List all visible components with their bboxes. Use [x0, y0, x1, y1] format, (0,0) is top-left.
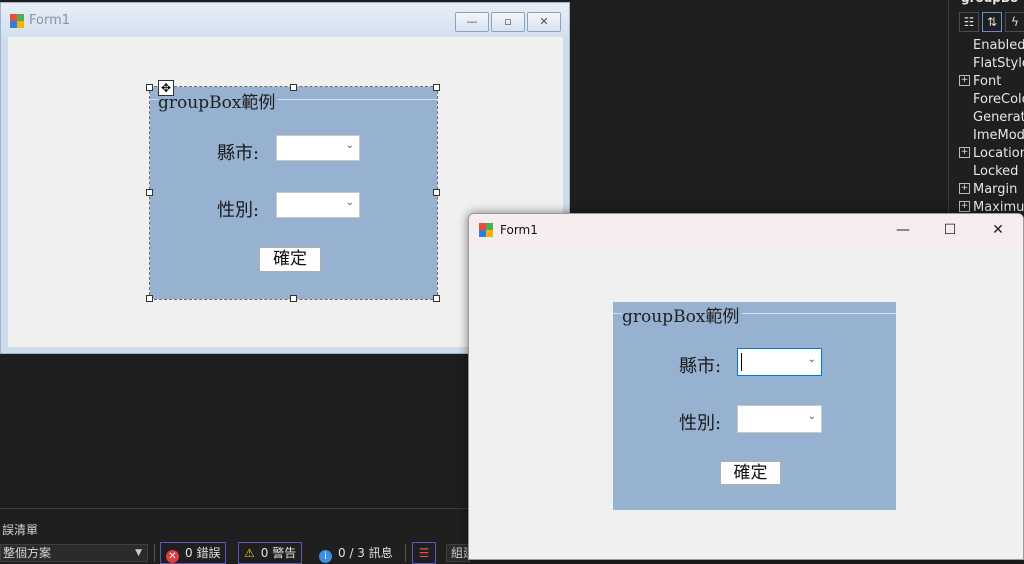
- messages-filter-button[interactable]: i 0 / 3 訊息: [313, 542, 399, 564]
- scope-select[interactable]: 整個方案 ▼: [0, 544, 148, 562]
- divider: [154, 544, 155, 562]
- designer-titlebar[interactable]: Form1 — ▫ ✕: [1, 3, 569, 37]
- property-margin[interactable]: Margin: [973, 182, 1017, 197]
- warnings-filter-button[interactable]: ⚠ 0 警告: [238, 542, 303, 564]
- expand-icon[interactable]: +: [959, 183, 970, 194]
- resize-handle[interactable]: [290, 295, 297, 302]
- property-generatemember[interactable]: Generate: [973, 110, 1024, 125]
- build-filter-select[interactable]: 組建: [446, 544, 470, 562]
- running-titlebar[interactable]: Form1 — ☐ ✕: [469, 214, 1023, 247]
- properties-panel: groupBo ☷ ⇅ ϟ Enabled FlatStyle + Font F…: [948, 0, 1024, 215]
- gender-label: 性別:: [679, 413, 722, 434]
- expand-icon[interactable]: +: [959, 201, 970, 212]
- error-list-title: 誤清單: [2, 523, 39, 537]
- errors-count: 0 錯誤: [185, 546, 221, 560]
- close-button[interactable]: ✕: [527, 12, 561, 32]
- gender-combobox[interactable]: ⌄: [737, 405, 822, 433]
- chevron-down-icon: ⌄: [345, 197, 354, 208]
- ok-button[interactable]: 確定: [720, 461, 781, 485]
- resize-handle[interactable]: [146, 84, 153, 91]
- errors-filter-button[interactable]: ✕ 0 錯誤: [160, 542, 227, 564]
- warnings-count: 0 警告: [260, 546, 297, 560]
- warning-icon: ⚠: [244, 546, 255, 560]
- resize-handle[interactable]: [146, 189, 153, 196]
- minimize-button[interactable]: —: [880, 214, 926, 246]
- city-label: 縣市:: [679, 356, 722, 377]
- city-combobox[interactable]: ⌄: [276, 135, 360, 161]
- groupbox-running: groupBox範例 縣市: ⌄ 性別: ⌄ 確定: [613, 302, 896, 510]
- expand-icon[interactable]: +: [959, 75, 970, 86]
- scope-select-value: 整個方案: [3, 546, 52, 560]
- chevron-down-icon: ⌄: [807, 354, 816, 365]
- groupbox-designer[interactable]: groupBox範例 縣市: ⌄ 性別: ⌄ 確定: [150, 87, 437, 299]
- error-list-panel: 誤清單 整個方案 ▼ ✕ 0 錯誤 ⚠ 0 警告 i 0 / 3 訊息 ☰ 組建: [0, 508, 470, 564]
- events-icon[interactable]: ϟ: [1005, 12, 1024, 32]
- city-combobox[interactable]: ⌄: [737, 348, 822, 376]
- designer-title: Form1: [29, 13, 71, 28]
- properties-header: groupBo: [961, 0, 1018, 5]
- resize-handle[interactable]: [146, 295, 153, 302]
- categorized-icon[interactable]: ☷: [959, 12, 979, 32]
- property-imemode[interactable]: ImeMode: [973, 128, 1024, 143]
- minimize-button[interactable]: —: [455, 12, 489, 32]
- chevron-down-icon: ⌄: [345, 140, 354, 151]
- gender-label: 性別:: [217, 200, 260, 221]
- ok-button[interactable]: 確定: [259, 247, 321, 272]
- groupbox-caption: groupBox範例: [622, 302, 743, 327]
- alphabetical-icon[interactable]: ⇅: [982, 12, 1002, 32]
- resize-handle[interactable]: [290, 84, 297, 91]
- resize-handle[interactable]: [433, 189, 440, 196]
- filter-icon[interactable]: ☰: [412, 542, 436, 564]
- property-locked[interactable]: Locked: [973, 164, 1018, 179]
- gender-combobox[interactable]: ⌄: [276, 192, 360, 218]
- running-title: Form1: [500, 223, 538, 237]
- resize-handle[interactable]: [433, 295, 440, 302]
- resize-handle[interactable]: [433, 84, 440, 91]
- city-label: 縣市:: [217, 143, 260, 164]
- property-flatstyle[interactable]: FlatStyle: [973, 56, 1024, 71]
- form-app-icon: [479, 223, 493, 237]
- property-forecolor[interactable]: ForeColo: [973, 92, 1024, 107]
- property-font[interactable]: Font: [973, 74, 1001, 89]
- close-button[interactable]: ✕: [975, 214, 1021, 246]
- groupbox-caption: groupBox範例: [158, 88, 279, 113]
- restore-button[interactable]: ▫: [491, 12, 525, 32]
- chevron-down-icon: ⌄: [807, 411, 816, 422]
- error-icon: ✕: [166, 550, 179, 563]
- expand-icon[interactable]: +: [959, 147, 970, 158]
- move-icon[interactable]: ✥: [158, 80, 174, 96]
- form-app-icon: [10, 14, 24, 28]
- divider: [405, 544, 406, 562]
- info-icon: i: [319, 550, 332, 563]
- property-location[interactable]: Location: [973, 146, 1024, 161]
- text-caret: [741, 353, 742, 371]
- property-enabled[interactable]: Enabled: [973, 38, 1024, 53]
- maximize-button[interactable]: ☐: [927, 214, 973, 246]
- messages-count: 0 / 3 訊息: [338, 546, 393, 560]
- chevron-down-icon: ▼: [135, 548, 142, 558]
- running-form-window[interactable]: Form1 — ☐ ✕ groupBox範例 縣市: ⌄ 性別: ⌄ 確定: [468, 213, 1024, 560]
